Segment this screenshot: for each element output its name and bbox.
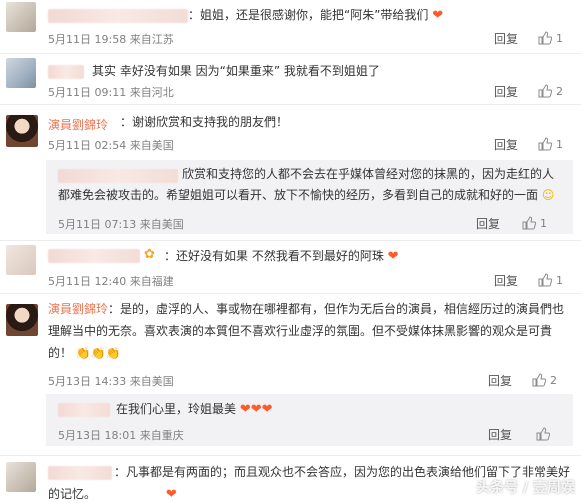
emoji-badge-icon: ✿: [144, 247, 155, 262]
reply-button[interactable]: 回复: [494, 83, 518, 100]
username-blurred[interactable]: [58, 403, 110, 417]
heart-icon: ❤: [432, 8, 444, 23]
avatar[interactable]: [6, 2, 36, 32]
comment-meta: 5月11日 19:58 来自江苏: [48, 33, 174, 46]
thumbs-up-icon: [522, 216, 536, 230]
comment-meta: 5月13日 14:33 来自美国: [48, 375, 174, 388]
comment-3: 演員劉錦玲 ：谢谢欣赏和支持我的朋友們！ 5月11日 02:54 来自美国 回复…: [0, 105, 581, 235]
thumbs-up-icon: [538, 31, 552, 45]
like-count: 2: [556, 84, 563, 98]
username-blurred[interactable]: [48, 65, 84, 79]
like-count: 1: [556, 31, 563, 45]
avatar[interactable]: [6, 245, 36, 275]
reply-button[interactable]: 回复: [476, 215, 500, 232]
like-button[interactable]: 1: [522, 216, 547, 230]
avatar[interactable]: [6, 115, 38, 147]
like-count: 1: [556, 137, 563, 151]
thumbs-up-icon: [538, 273, 552, 287]
like-button[interactable]: [536, 427, 550, 441]
comment-1: ：姐姐，还是很感谢你，能把“阿朱”带给我们 ❤ 5月11日 19:58 来自江苏…: [0, 0, 581, 52]
comment-5: 演員劉錦玲：是的，虛浮的人、事或物在哪裡都有，但作为无后台的演員，相信經历过的演…: [0, 294, 581, 454]
avatar[interactable]: [6, 304, 38, 336]
comment-4: ✿ ：还好没有如果 不然我看不到最好的阿珠 ❤ 5月11日 12:40 来自福建…: [0, 241, 581, 293]
thumbs-up-icon: [538, 84, 552, 98]
reply-button[interactable]: 回复: [494, 136, 518, 153]
thumbs-up-icon: [532, 373, 546, 387]
heart-icon: ❤❤❤: [239, 402, 273, 417]
clap-icon: 👏👏👏: [75, 346, 121, 360]
sub-reply-text: 欣赏和支持您的人都不会去在乎媒体曾经对您的抹黑的，因为走红的人都难免会被攻击的。…: [58, 167, 555, 202]
like-button[interactable]: 2: [532, 373, 557, 387]
comment-meta: 5月11日 09:11 来自河北: [48, 86, 174, 99]
thumbs-up-icon: [536, 427, 550, 441]
avatar[interactable]: [6, 462, 36, 492]
username-blurred[interactable]: [48, 249, 140, 263]
sub-reply: 在我们心里，玲姐最美 ❤❤❤ 5月13日 18:01 来自重庆 回复: [46, 394, 573, 446]
sub-reply-meta: 5月13日 18:01 来自重庆: [58, 429, 184, 442]
sub-reply-text: 在我们心里，玲姐最美 ❤❤❤: [116, 399, 273, 420]
comment-text: 演員劉錦玲：是的，虛浮的人、事或物在哪裡都有，但作为无后台的演員，相信經历过的演…: [48, 302, 565, 360]
like-count: 2: [550, 373, 557, 387]
author-name[interactable]: 演員劉錦玲: [48, 302, 108, 316]
comment-text: ：还好没有如果 不然我看不到最好的阿珠 ❤: [164, 246, 399, 267]
like-button[interactable]: 1: [538, 137, 563, 151]
like-button[interactable]: 1: [538, 273, 563, 287]
heart-icon: ❤: [387, 249, 399, 264]
like-button[interactable]: 1: [538, 31, 563, 45]
comment-meta: 5月11日 12:40 来自福建: [48, 275, 174, 288]
comment-2: 其实 幸好没有如果 因为“如果重来” 我就看不到姐姐了 5月11日 09:11 …: [0, 54, 581, 104]
sub-reply-meta: 5月11日 07:13 来自美国: [58, 218, 184, 231]
comment-text: 其实 幸好没有如果 因为“如果重来” 我就看不到姐姐了: [92, 64, 380, 78]
sub-reply: 欣赏和支持您的人都不会去在乎媒体曾经对您的抹黑的，因为走红的人都难免会被攻击的。…: [46, 160, 573, 234]
comment-meta: 5月11日 02:54 来自美国: [48, 139, 174, 152]
comment-text: ：谢谢欣赏和支持我的朋友們！: [120, 115, 289, 129]
reply-button[interactable]: 回复: [488, 372, 512, 389]
heart-icon: ❤: [165, 487, 177, 502]
watermark: 头条号 / 壹周娱: [476, 480, 575, 496]
like-count: 1: [540, 216, 547, 230]
like-count: 1: [556, 273, 563, 287]
like-button[interactable]: 2: [538, 84, 563, 98]
author-name[interactable]: 演員劉錦玲: [48, 116, 108, 133]
smile-icon: ☺: [541, 188, 555, 202]
reply-button[interactable]: 回复: [488, 426, 512, 443]
reply-button[interactable]: 回复: [494, 30, 518, 47]
avatar[interactable]: [6, 58, 36, 88]
comment-text: ：姐姐，还是很感谢你，能把“阿朱”带给我们 ❤: [188, 5, 443, 26]
thumbs-up-icon: [538, 137, 552, 151]
reply-button[interactable]: 回复: [494, 272, 518, 289]
username-blurred[interactable]: [48, 9, 188, 23]
